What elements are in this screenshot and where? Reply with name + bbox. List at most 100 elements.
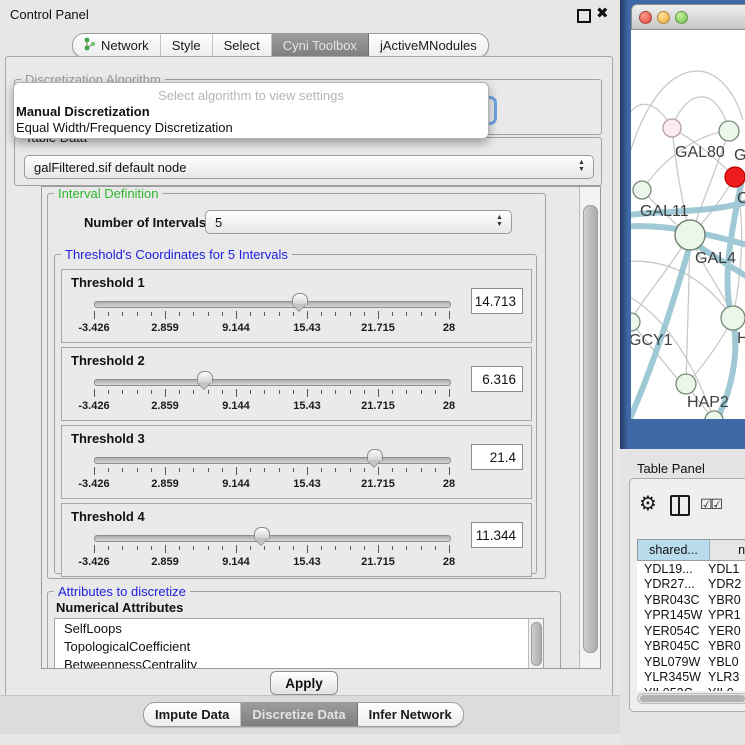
slider-tick	[108, 468, 109, 472]
cell-shared-name[interactable]: YBL079W	[637, 655, 708, 669]
slider-tick	[449, 389, 450, 397]
tab-select[interactable]: Select	[213, 34, 272, 57]
network-canvas[interactable]: GAL80GGAL11CGAL4GCY1HHAP2	[631, 30, 745, 419]
scrollbar-thumb[interactable]	[583, 205, 598, 653]
cell-shared-name[interactable]: YBR043C	[637, 593, 708, 607]
table-row[interactable]: YIL052CYIL0	[637, 685, 745, 691]
cell-shared-name[interactable]: YLR345W	[637, 670, 708, 684]
threshold-value-field[interactable]: 14.713	[471, 288, 523, 314]
attribute-list-item[interactable]: BetweennessCentrality	[55, 655, 543, 669]
cell-name[interactable]: YER0	[708, 624, 745, 638]
split-columns-icon[interactable]	[670, 495, 690, 516]
slider-tick	[165, 545, 166, 553]
slider-tick	[378, 389, 379, 397]
slider-tick	[321, 468, 322, 472]
slider-thumb[interactable]	[254, 527, 270, 539]
table-data-combo[interactable]: galFiltered.sif default node ▲▼	[24, 155, 594, 179]
attributes-group: Attributes to discretize Numerical Attri…	[47, 591, 561, 669]
close-traffic-light-icon[interactable]	[639, 11, 652, 24]
slider-track[interactable]	[94, 379, 451, 386]
minimize-traffic-light-icon[interactable]	[657, 11, 670, 24]
slider-tick	[108, 546, 109, 550]
slider-tick	[94, 389, 95, 397]
cell-shared-name[interactable]: YDL19...	[637, 562, 708, 576]
cell-shared-name[interactable]: YDR27...	[637, 577, 708, 591]
tab-discretize-data[interactable]: Discretize Data	[241, 703, 357, 726]
top-tab-bar: Network Style Select Cyni Toolbox jActiv…	[72, 33, 489, 58]
settings-scrollbar[interactable]	[579, 187, 600, 668]
column-header-shared-name[interactable]: shared...	[638, 540, 710, 560]
network-node[interactable]	[631, 313, 640, 331]
network-node[interactable]	[663, 119, 681, 137]
cell-name[interactable]: YBL0	[708, 655, 745, 669]
slider-tick	[151, 390, 152, 394]
cell-name[interactable]: YBR0	[708, 639, 745, 653]
gear-icon[interactable]: ⚙	[639, 491, 657, 516]
number-of-intervals-combo[interactable]: 5 ▲▼	[205, 210, 512, 234]
column-header-name[interactable]: na	[710, 540, 745, 560]
cell-shared-name[interactable]: YER054C	[637, 624, 708, 638]
cell-shared-name[interactable]: YIL052C	[637, 686, 708, 691]
threshold-value-field[interactable]: 11.344	[471, 522, 523, 548]
slider-tick	[193, 312, 194, 316]
tab-infer-network[interactable]: Infer Network	[358, 703, 463, 726]
cell-shared-name[interactable]: YBR045C	[637, 639, 708, 653]
zoom-traffic-light-icon[interactable]	[675, 11, 688, 24]
threshold-value-field[interactable]: 21.4	[471, 444, 523, 470]
table-row[interactable]: YPR145WYPR1	[637, 608, 745, 624]
network-window-titlebar[interactable]	[631, 4, 745, 30]
cell-name[interactable]: YIL0	[708, 686, 745, 691]
numerical-attributes-list[interactable]: SelfLoopsTopologicalCoefficientBetweenne…	[54, 618, 544, 669]
apply-button[interactable]: Apply	[270, 671, 338, 695]
attribute-list-item[interactable]: SelfLoops	[55, 619, 543, 637]
slider-tick	[108, 390, 109, 394]
network-node[interactable]	[725, 167, 745, 187]
slider-thumb[interactable]	[197, 371, 213, 383]
table-row[interactable]: YER054CYER0	[637, 623, 745, 639]
checkbox-columns-icon[interactable]: ☑☑	[700, 496, 721, 513]
network-node[interactable]	[676, 374, 696, 394]
table-row[interactable]: YDR27...YDR2	[637, 577, 745, 593]
cell-name[interactable]: YLR3	[708, 670, 745, 684]
slider-thumb[interactable]	[367, 449, 383, 461]
popup-item-manual-discretization[interactable]: Manual Discretization	[14, 103, 488, 119]
float-window-icon[interactable]	[577, 9, 591, 23]
network-node[interactable]	[675, 220, 705, 250]
slider-track[interactable]	[94, 535, 451, 542]
network-node[interactable]	[719, 121, 739, 141]
panel-edge-shadow	[620, 0, 628, 449]
cell-name[interactable]: YDR2	[708, 577, 745, 591]
slider-tick	[151, 546, 152, 550]
slider-tick	[378, 467, 379, 475]
table-row[interactable]: YBR043CYBR0	[637, 592, 745, 608]
bottom-tab-bar: Impute Data Discretize Data Infer Networ…	[143, 702, 464, 727]
network-node[interactable]	[721, 306, 745, 330]
node-label: GAL4	[695, 250, 736, 267]
close-icon[interactable]: ✖	[596, 4, 609, 22]
cell-shared-name[interactable]: YPR145W	[637, 608, 708, 622]
slider-track[interactable]	[94, 301, 451, 308]
table-row[interactable]: YBL079WYBL0	[637, 654, 745, 670]
horizontal-scrollbar[interactable]	[637, 693, 745, 704]
tab-cyni-toolbox[interactable]: Cyni Toolbox	[272, 34, 369, 57]
slider-thumb[interactable]	[292, 293, 308, 305]
attribute-list-item[interactable]: TopologicalCoefficient	[55, 637, 543, 655]
table-row[interactable]: YBR045CYBR0	[637, 639, 745, 655]
cell-name[interactable]: YBR0	[708, 593, 745, 607]
scrollbar-thumb[interactable]	[640, 695, 745, 702]
cell-name[interactable]: YDL1	[708, 562, 745, 576]
list-scrollbar[interactable]	[528, 619, 543, 669]
network-node[interactable]	[633, 181, 651, 199]
table-row[interactable]: YLR345WYLR3	[637, 670, 745, 686]
slider-tick	[321, 312, 322, 316]
slider-track[interactable]	[94, 457, 451, 464]
popup-item-equal-width-frequency[interactable]: Equal Width/Frequency Discretization	[14, 119, 488, 135]
scrollbar-thumb[interactable]	[531, 622, 542, 666]
tab-network[interactable]: Network	[73, 34, 161, 57]
table-row[interactable]: YDL19...YDL1	[637, 561, 745, 577]
tab-jactivemnodules[interactable]: jActiveMNodules	[369, 34, 488, 57]
threshold-value-field[interactable]: 6.316	[471, 366, 523, 392]
cell-name[interactable]: YPR1	[708, 608, 745, 622]
tab-impute-data[interactable]: Impute Data	[144, 703, 241, 726]
tab-style[interactable]: Style	[161, 34, 213, 57]
